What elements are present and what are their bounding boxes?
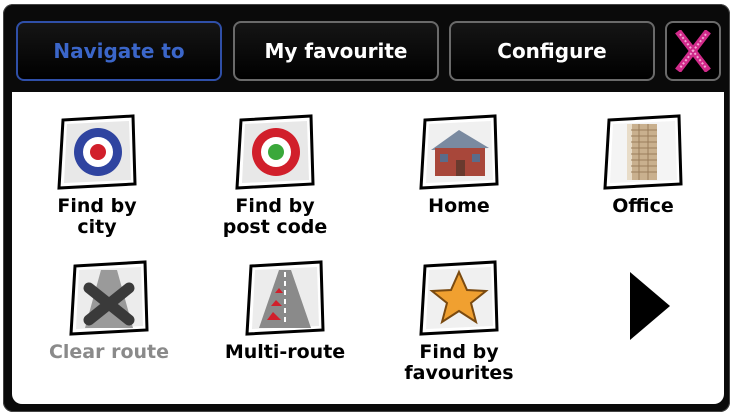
- find-by-city-button[interactable]: Find by city: [12, 114, 182, 238]
- find-by-favourites-label: Find by favourites: [404, 341, 514, 384]
- office-button[interactable]: Office: [558, 114, 728, 217]
- next-arrow-icon: [630, 272, 670, 340]
- close-icon: [675, 30, 711, 72]
- clear-route-icon: [69, 260, 149, 336]
- tab-bar: Navigate to My favourite Configure: [3, 4, 730, 92]
- find-by-city-label: Find by city: [57, 195, 137, 238]
- office-label: Office: [612, 195, 674, 217]
- next-page-button[interactable]: [618, 268, 678, 344]
- find-by-favourites-button[interactable]: Find by favourites: [374, 260, 544, 384]
- multi-route-icon: [245, 260, 325, 336]
- tab-configure[interactable]: Configure: [449, 21, 655, 81]
- device-frame: Navigate to My favourite Configure Find: [3, 4, 730, 412]
- city-target-icon: [57, 114, 137, 190]
- find-by-post-code-button[interactable]: Find by post code: [190, 114, 360, 238]
- close-button[interactable]: [665, 21, 721, 81]
- clear-route-label: Clear route: [48, 341, 170, 363]
- tab-navigate-to-label: Navigate to: [53, 39, 185, 63]
- home-button[interactable]: Home: [374, 114, 544, 217]
- tab-my-favourite-label: My favourite: [264, 39, 408, 63]
- multi-route-button[interactable]: Multi-route: [200, 260, 370, 363]
- menu-panel: Find by city Find by post code Home Offi…: [12, 92, 724, 404]
- star-icon: [419, 260, 499, 336]
- home-label: Home: [428, 195, 490, 217]
- clear-route-button: Clear route: [24, 260, 194, 363]
- find-by-post-code-label: Find by post code: [222, 195, 328, 238]
- multi-route-label: Multi-route: [224, 341, 346, 363]
- office-building-icon: [603, 114, 683, 190]
- tab-my-favourite[interactable]: My favourite: [233, 21, 439, 81]
- house-icon: [419, 114, 499, 190]
- tab-navigate-to[interactable]: Navigate to: [16, 21, 222, 81]
- postcode-target-icon: [235, 114, 315, 190]
- tab-configure-label: Configure: [497, 39, 607, 63]
